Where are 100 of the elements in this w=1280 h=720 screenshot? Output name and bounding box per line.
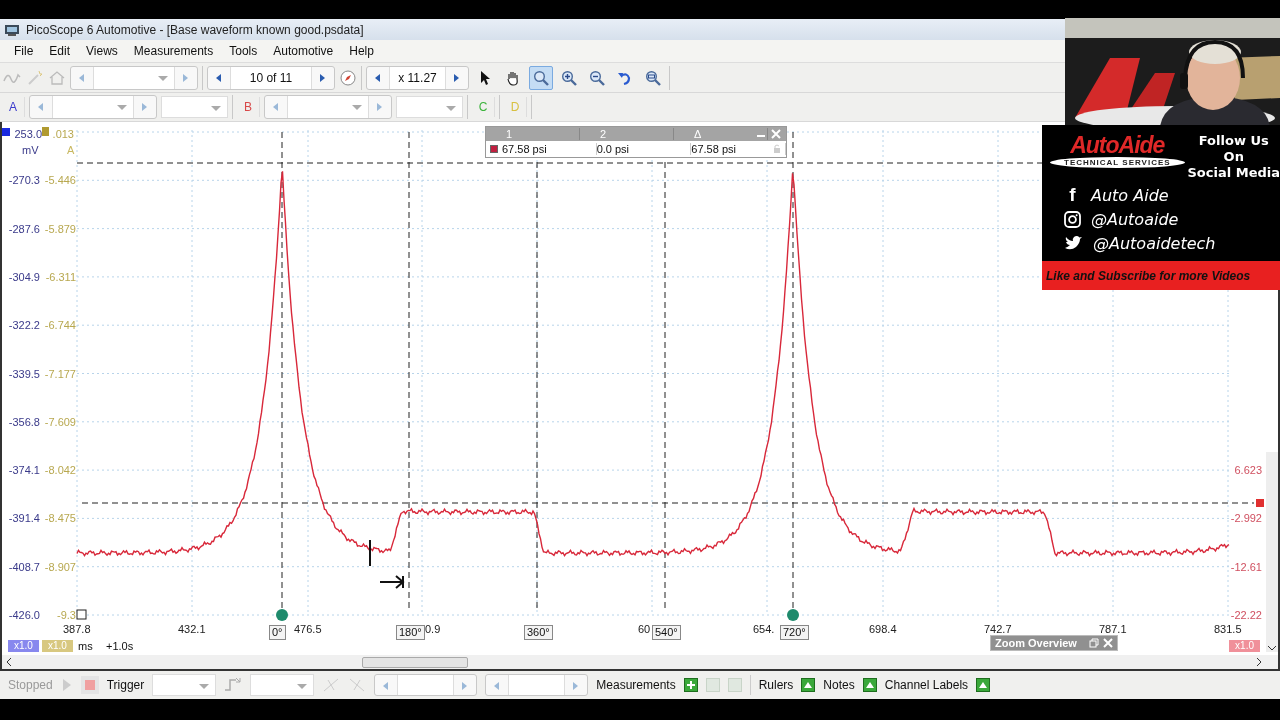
ruler-label: 180° xyxy=(396,625,425,640)
axis-label: .013 xyxy=(52,127,74,141)
axis-unit: mV xyxy=(22,143,39,157)
axis-label: -426.0 xyxy=(8,608,40,622)
magnifier-icon xyxy=(645,69,661,86)
channel-marker[interactable] xyxy=(2,128,10,136)
column-header: 2 xyxy=(580,128,674,140)
ruler-line[interactable] xyxy=(408,131,410,610)
channel-marker[interactable] xyxy=(40,127,49,136)
axis-label: -408.7 xyxy=(8,559,40,574)
pretrigger-field[interactable] xyxy=(485,674,589,696)
axis-label: 253.0 xyxy=(14,127,42,141)
camera-icon xyxy=(1064,210,1081,228)
axis-label: -12.61 xyxy=(1230,559,1262,574)
axis-handle[interactable] xyxy=(76,609,87,620)
logo-subtitle: TECHNICAL SERVICES xyxy=(1050,157,1185,168)
axis-label: -322.2 xyxy=(8,318,40,333)
menu-item[interactable]: File xyxy=(6,44,42,58)
expand-icon[interactable] xyxy=(976,678,991,692)
axis-label: -9.3 xyxy=(57,608,76,622)
magnifier-icon xyxy=(533,69,549,86)
axis-label: -5.879 xyxy=(44,221,76,236)
axis-label: -287.6 xyxy=(8,221,40,236)
menu-item[interactable]: Tools xyxy=(221,44,266,58)
social-handle: Auto Aide xyxy=(1091,185,1169,205)
app-icon xyxy=(4,22,20,37)
facebook-icon: f xyxy=(1064,184,1081,206)
vertical-scrollbar[interactable] xyxy=(1266,452,1278,652)
axis-label: -391.4 xyxy=(8,511,40,526)
axis-label: -6.311 xyxy=(45,269,76,284)
channel-labels-label: Channel Labels xyxy=(884,678,969,692)
axis-label: -304.9 xyxy=(8,269,40,284)
ruler-handle[interactable] xyxy=(787,609,799,621)
stop-button[interactable] xyxy=(80,676,99,694)
threshold-field[interactable] xyxy=(374,674,478,696)
channel-button[interactable]: A xyxy=(2,97,25,117)
trigger-edge-icon[interactable] xyxy=(224,677,243,693)
axis-label: -5.446 xyxy=(44,173,76,188)
notes-label: Notes xyxy=(823,678,855,692)
axis-label: 698.4 xyxy=(869,622,897,636)
zoom-overview-title: Zoom Overview xyxy=(995,637,1078,649)
restore-icon[interactable] xyxy=(1089,638,1099,648)
ruler-label: 540° xyxy=(652,625,681,640)
range-dropdown[interactable] xyxy=(29,95,157,119)
menu-item[interactable]: Views xyxy=(78,44,126,58)
menu-item[interactable]: Help xyxy=(341,44,382,58)
axis-label: -8.042 xyxy=(44,463,76,478)
axis-label: -374.1 xyxy=(8,463,40,478)
zoom-area-tool[interactable] xyxy=(529,65,553,90)
logo-text: AutoAide xyxy=(1070,133,1165,157)
axis-label: -7.609 xyxy=(44,414,76,429)
axis-label: -339.5 xyxy=(8,366,40,381)
bird-icon xyxy=(1064,235,1083,251)
axis-label: 6.623 xyxy=(1234,463,1262,478)
lock-icon[interactable] xyxy=(773,144,781,154)
axis-label: -8.475 xyxy=(44,511,76,526)
social-handle: @Autoaidetech xyxy=(1093,233,1216,253)
close-icon[interactable] xyxy=(1103,638,1113,648)
menu-item[interactable]: Measurements xyxy=(125,44,222,58)
channel-dropdown[interactable] xyxy=(70,65,198,90)
trigger-label: Trigger xyxy=(106,678,145,692)
measurements-label: Measurements xyxy=(596,678,676,692)
ruler-line[interactable] xyxy=(81,502,1255,504)
close-icon[interactable] xyxy=(771,129,781,139)
axis-label: 831.5 xyxy=(1214,622,1242,636)
axis-label: -7.177 xyxy=(44,366,76,381)
ruler-line[interactable] xyxy=(281,131,283,610)
axis-label: 654. xyxy=(753,622,775,636)
hand-icon xyxy=(505,69,521,86)
time-unit: ms xyxy=(78,639,93,653)
ruler-line[interactable] xyxy=(792,131,794,610)
expand-icon[interactable] xyxy=(801,678,816,692)
axis-label: -6.744 xyxy=(44,318,76,333)
compass-icon[interactable] xyxy=(339,68,357,87)
window-title: PicoScope 6 Automotive - [Base waveform known good.psdata] xyxy=(26,22,364,37)
ruler-handle[interactable] xyxy=(276,609,288,621)
subscribe-banner: Like and Subscribe for more Videos xyxy=(1042,261,1280,290)
zoom-selector[interactable]: x 11.27 xyxy=(366,65,469,90)
horizontal-scrollbar[interactable] xyxy=(0,655,1280,671)
axis-label: 742.7 xyxy=(984,622,1012,636)
social-handle: @Autoaide xyxy=(1091,209,1179,229)
ruler-value: 67.58 psi xyxy=(501,143,597,155)
range-dropdown[interactable] xyxy=(264,95,392,119)
trace-marker-icon xyxy=(490,145,498,153)
menu-item[interactable]: Automotive xyxy=(265,44,342,58)
ruler-label: 0° xyxy=(269,625,286,640)
ruler-label: 360° xyxy=(524,625,553,640)
expand-icon[interactable] xyxy=(862,678,877,692)
axis-label: -8.907 xyxy=(44,559,76,574)
axis-label: 387.8 xyxy=(63,622,91,636)
threshold-marker[interactable] xyxy=(1256,499,1264,507)
add-icon[interactable] xyxy=(683,678,698,692)
channel-button[interactable]: B xyxy=(237,97,260,117)
page-selector[interactable]: 10 of 11 xyxy=(207,65,335,90)
time-offset: +1.0s xyxy=(106,639,134,653)
axis-label: 432.1 xyxy=(178,622,206,636)
ruler-line[interactable] xyxy=(76,162,1043,164)
axis-label: 787.1 xyxy=(1099,622,1127,636)
menu-item[interactable]: Edit xyxy=(41,44,79,58)
follow-text: Follow Us xyxy=(1198,133,1269,149)
